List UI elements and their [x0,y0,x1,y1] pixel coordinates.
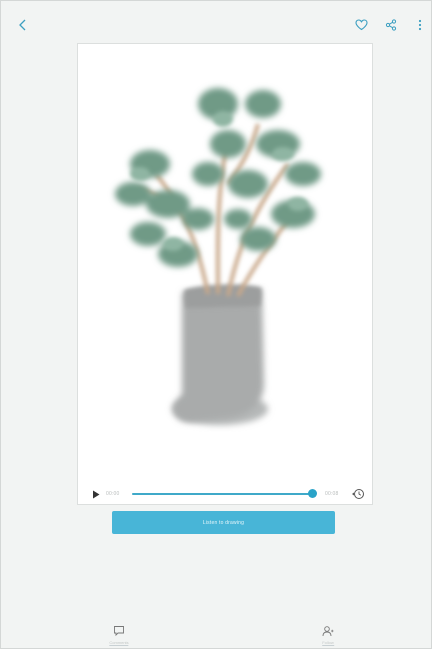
progress-thumb[interactable] [307,489,317,498]
playback-speed-button[interactable] [346,482,370,506]
more-options-button[interactable] [408,13,432,37]
share-button[interactable] [379,13,403,37]
total-time: 00:08 [325,491,339,497]
progress-slider[interactable] [132,493,316,495]
favorite-button[interactable] [349,13,373,37]
bottom-nav-follow[interactable]: Follow [298,621,358,649]
bottom-nav-label: Follow [322,640,334,646]
play-button[interactable] [84,482,108,506]
back-button[interactable] [11,13,35,37]
app-window: 00:00 00:08 Listen to drawing Comments F… [0,0,432,649]
more-vertical-icon [418,19,422,31]
heart-outline-icon [354,19,368,31]
share-icon [385,19,397,31]
bottom-nav-comments[interactable]: Comments [89,621,149,649]
listen-button[interactable]: Listen to drawing [112,511,335,534]
current-time: 00:00 [106,491,120,497]
audio-controls: 00:00 00:08 [78,484,372,504]
bottom-nav-label: Comments [109,640,129,646]
comment-icon [114,626,124,637]
user-follow-icon [322,626,334,637]
play-icon [93,490,100,498]
drawing-card: 00:00 00:08 [77,43,373,505]
playback-speed-icon [352,489,364,499]
progress-fill [132,493,313,495]
chevron-left-icon [19,19,26,31]
drawing-image [115,88,321,425]
top-bar [1,1,431,45]
